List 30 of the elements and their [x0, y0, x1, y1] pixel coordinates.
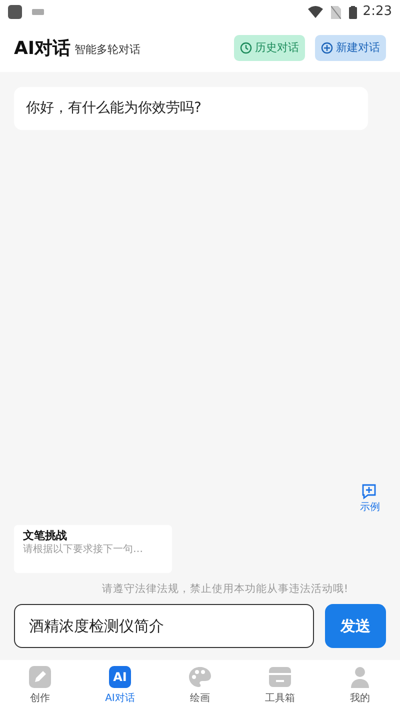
new-chat-button[interactable]: 新建对话 — [315, 35, 386, 61]
history-button[interactable]: 历史对话 — [234, 35, 305, 61]
battery-icon — [348, 6, 357, 18]
suggestion-text: 请根据以下要求接下一句… — [23, 543, 144, 556]
nav-tab[interactable]: AI AI对话 — [80, 660, 160, 712]
person-icon — [349, 666, 371, 688]
clock-icon — [240, 42, 252, 54]
notice-text: 请遵守法律法规，禁止使用本功能从事违法活动哦! — [100, 582, 350, 598]
ai-icon: AI — [109, 666, 131, 688]
nav-tab[interactable]: 绘画 — [160, 660, 240, 712]
nav-tab[interactable]: 工具箱 — [240, 660, 320, 712]
page-subtitle: 智能多轮对话 — [74, 42, 141, 58]
message-input[interactable]: 酒精浓度检测仪简介 — [14, 604, 314, 648]
suggestion-title: 文笔挑战 — [23, 529, 68, 544]
app-icon — [8, 5, 22, 19]
toolbox-icon — [268, 666, 292, 688]
palette-icon — [188, 666, 212, 688]
no-sim-icon — [330, 6, 341, 18]
keyboard-icon — [32, 9, 44, 15]
page-title: AI对话 — [14, 36, 71, 60]
suggestion-card[interactable]: 文笔挑战 请根据以下要求接下一句… — [14, 525, 172, 574]
wifi-icon — [308, 6, 323, 18]
plus-circle-icon — [321, 42, 333, 54]
chat-message: 你好，有什么能为你效劳吗? — [14, 87, 368, 130]
nav-tab[interactable]: 创作 — [0, 660, 80, 712]
send-button[interactable]: 发送 — [325, 604, 386, 648]
pencil-icon — [29, 666, 51, 688]
nav-tab[interactable]: 我的 — [320, 660, 400, 712]
example-button[interactable]: 示例 — [360, 484, 380, 516]
status-time: 2:23 — [362, 3, 392, 22]
